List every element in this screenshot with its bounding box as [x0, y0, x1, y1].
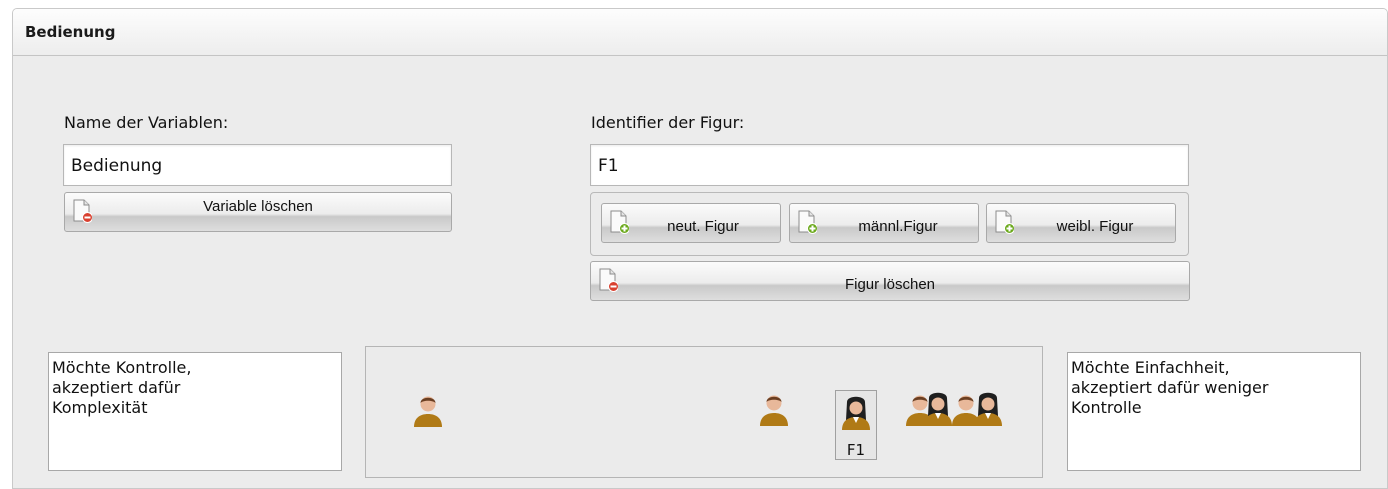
add-female-figure-label: weibl. Figur — [1056, 217, 1134, 235]
delete-figure-button[interactable]: Figur löschen — [590, 261, 1190, 301]
right-pole-textarea[interactable]: Möchte Einfachheit, akzeptiert dafür wen… — [1067, 352, 1361, 471]
person-female-icon — [841, 396, 871, 430]
document-add-icon — [994, 210, 1014, 234]
selected-figure[interactable]: F1 — [835, 390, 877, 460]
person-female-icon[interactable] — [923, 392, 953, 426]
document-add-icon — [609, 210, 629, 234]
add-male-figure-button[interactable]: männl.Figur — [789, 203, 979, 243]
figure-id-label: F1 — [846, 441, 866, 459]
document-add-icon — [797, 210, 817, 234]
person-female-icon[interactable] — [973, 392, 1003, 426]
figure-identifier-input[interactable]: F1 — [590, 144, 1189, 186]
variable-name-label: Name der Variablen: — [64, 113, 229, 132]
left-pole-textarea[interactable]: Möchte Kontrolle, akzeptiert dafür Kompl… — [48, 352, 342, 471]
variable-name-input[interactable]: Bedienung — [63, 144, 452, 186]
person-male-icon[interactable] — [759, 392, 789, 426]
document-delete-icon — [72, 199, 92, 223]
delete-variable-label: Variable löschen — [203, 197, 313, 215]
delete-variable-button[interactable]: Variable löschen — [64, 192, 452, 232]
figure-identifier-label: Identifier der Figur: — [591, 113, 745, 132]
delete-figure-label: Figur löschen — [844, 275, 936, 293]
panel-header: Bedienung — [13, 9, 1387, 56]
scale-area[interactable]: F1 — [365, 346, 1043, 478]
add-female-figure-button[interactable]: weibl. Figur — [986, 203, 1176, 243]
document-delete-icon — [598, 268, 618, 292]
add-neutral-figure-label: neut. Figur — [667, 217, 739, 235]
add-male-figure-label: männl.Figur — [858, 217, 938, 235]
panel-title: Bedienung — [25, 23, 116, 41]
add-neutral-figure-button[interactable]: neut. Figur — [601, 203, 781, 243]
person-male-icon[interactable] — [413, 393, 443, 427]
